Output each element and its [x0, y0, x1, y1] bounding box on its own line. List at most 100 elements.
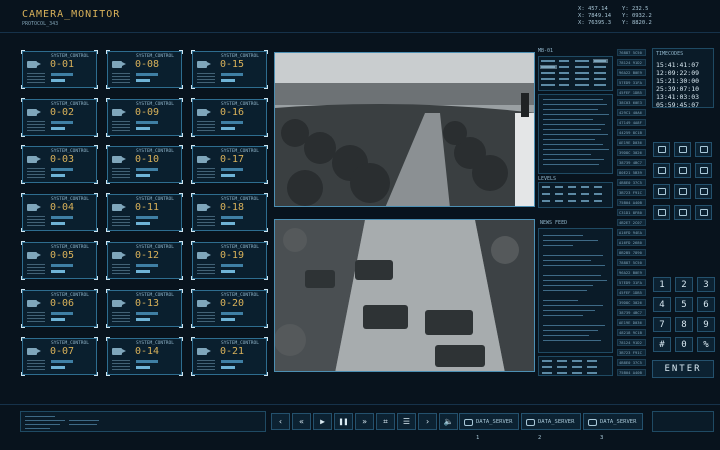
camera-meta-lines	[112, 360, 130, 370]
frame-icon	[700, 146, 708, 153]
camera-level-bar	[51, 174, 65, 177]
frame-corner	[106, 289, 110, 293]
prev-button[interactable]: ‹	[271, 413, 290, 430]
data-server-button[interactable]: DATA_SERVER 3	[583, 413, 643, 441]
frame-button[interactable]	[695, 142, 712, 157]
fast-forward-button[interactable]: »	[355, 413, 374, 430]
id-code-cell: C31D1 8F80	[617, 209, 646, 216]
keypad-key[interactable]: 8	[675, 317, 693, 332]
camera-tile[interactable]: SYSTEM_CONTROL 0-17	[191, 145, 268, 184]
keypad-key[interactable]: 1	[653, 277, 671, 292]
camera-icon	[197, 204, 211, 211]
frame-corner	[191, 372, 195, 376]
id-code-cell: A16FD 94EA	[617, 229, 646, 236]
camera-tile[interactable]: SYSTEM_CONTROL 0-10	[106, 145, 183, 184]
camera-tile[interactable]: SYSTEM_CONTROL 0-06	[21, 289, 98, 328]
coordinates-readout: X: 457.14 Y: 232.5 X: 7849.14 Y: 0932.2 X: 7…	[578, 6, 662, 26]
frame-corner	[264, 241, 268, 245]
id-card-button[interactable]	[653, 184, 670, 199]
camera-button[interactable]	[695, 163, 712, 178]
camera-meta-lines	[27, 168, 45, 178]
camera-tile[interactable]: SYSTEM_CONTROL 0-13	[106, 289, 183, 328]
search-button[interactable]	[674, 205, 691, 220]
next-button[interactable]: ›	[418, 413, 437, 430]
chat-button[interactable]	[653, 205, 670, 220]
keypad-key[interactable]: 2	[675, 277, 693, 292]
camera-icon	[700, 167, 708, 174]
camera-tile[interactable]: SYSTEM_CONTROL 0-15	[191, 50, 268, 89]
video-feed-bottom[interactable]	[274, 219, 535, 372]
camera-tile[interactable]: SYSTEM_CONTROL 0-03	[21, 145, 98, 184]
document-button[interactable]	[695, 205, 712, 220]
frame-corner	[191, 276, 195, 280]
camera-meta-lines	[112, 216, 130, 226]
camera-tile[interactable]: SYSTEM_CONTROL 0-18	[191, 193, 268, 232]
keypad-key[interactable]: 7	[653, 317, 671, 332]
rewind-button[interactable]: «	[292, 413, 311, 430]
id-code-cell: 44259 8C1B	[617, 129, 646, 136]
camera-tile[interactable]: SYSTEM_CONTROL 0-16	[191, 98, 268, 137]
camera-tile[interactable]: SYSTEM_CONTROL 0-09	[106, 98, 183, 137]
camera-signal-bar	[51, 168, 73, 171]
equalizer-button[interactable]: ☰	[397, 413, 416, 430]
camera-tile[interactable]: SYSTEM_CONTROL 0-19	[191, 241, 268, 280]
app-title: CAMERA_MONITOR	[22, 9, 121, 20]
grid-icon	[658, 146, 666, 153]
grid-button[interactable]	[653, 142, 670, 157]
camera-number: 0-21	[220, 346, 245, 357]
camera-tile[interactable]: SYSTEM_CONTROL 0-20	[191, 289, 268, 328]
keypad-key[interactable]: 4	[653, 297, 671, 312]
status-table	[538, 356, 613, 376]
id-code-cell: 96A22 B0E9	[617, 69, 646, 76]
coordinate-value: 232.5	[631, 6, 649, 12]
camera-signal-bar	[221, 264, 243, 267]
volume-button[interactable]: 🔈	[439, 413, 458, 430]
keypad-key[interactable]: 5	[675, 297, 693, 312]
camera-number: 0-05	[50, 250, 75, 261]
keypad-key[interactable]: %	[697, 337, 715, 352]
camera-tile[interactable]: SYSTEM_CONTROL 0-11	[106, 193, 183, 232]
keypad-key[interactable]: 3	[697, 277, 715, 292]
keypad-key[interactable]: 9	[697, 317, 715, 332]
camera-level-bar	[136, 222, 150, 225]
camera-tile[interactable]: SYSTEM_CONTROL 0-21	[191, 337, 268, 376]
camera-tile[interactable]: SYSTEM_CONTROL 0-04	[21, 193, 98, 232]
pause-button[interactable]: ❚❚	[334, 413, 353, 430]
camera-tile[interactable]: SYSTEM_CONTROL 0-01	[21, 50, 98, 89]
frame-corner	[264, 50, 268, 54]
camera-level-bar	[221, 318, 235, 321]
eye-button[interactable]	[674, 184, 691, 199]
camera-tile[interactable]: SYSTEM_CONTROL 0-07	[21, 337, 98, 376]
camera-meta-lines	[27, 360, 45, 370]
mb-log-lines	[543, 99, 609, 165]
user-button[interactable]	[695, 184, 712, 199]
keypad-key[interactable]: 0	[675, 337, 693, 352]
frame-corner	[106, 193, 110, 197]
video-feed-top[interactable]	[274, 52, 535, 207]
camera-tile[interactable]: SYSTEM_CONTROL 0-12	[106, 241, 183, 280]
news-feed-panel	[538, 228, 613, 353]
globe-button[interactable]	[674, 142, 691, 157]
image-button[interactable]	[653, 163, 670, 178]
frame-corner	[21, 145, 25, 149]
id-code-cell: 45FEF 1DB5	[617, 289, 646, 296]
camera-signal-bar	[51, 264, 73, 267]
target-button[interactable]	[674, 163, 691, 178]
crop-button[interactable]: ⌗	[376, 413, 395, 430]
camera-tile[interactable]: SYSTEM_CONTROL 0-14	[106, 337, 183, 376]
keypad-key[interactable]: 6	[697, 297, 715, 312]
enter-button[interactable]: ENTER	[652, 360, 714, 378]
keypad-key[interactable]: #	[653, 337, 671, 352]
data-server-button[interactable]: DATA_SERVER 1	[459, 413, 519, 441]
camera-tile[interactable]: SYSTEM_CONTROL 0-02	[21, 98, 98, 137]
id-code-cell: 4B2E7 2C07	[617, 219, 646, 226]
data-server-button[interactable]: DATA_SERVER 2	[521, 413, 581, 441]
frame-corner	[94, 324, 98, 328]
timecode-entry: 13:41:03:03	[656, 93, 700, 101]
camera-signal-bar	[51, 73, 73, 76]
camera-tile[interactable]: SYSTEM_CONTROL 0-08	[106, 50, 183, 89]
coordinate-readout: Y: 8820.2	[622, 20, 652, 26]
camera-tile[interactable]: SYSTEM_CONTROL 0-05	[21, 241, 98, 280]
coordinate-readout: Y: 232.5	[622, 6, 649, 12]
play-button[interactable]: ▶	[313, 413, 332, 430]
